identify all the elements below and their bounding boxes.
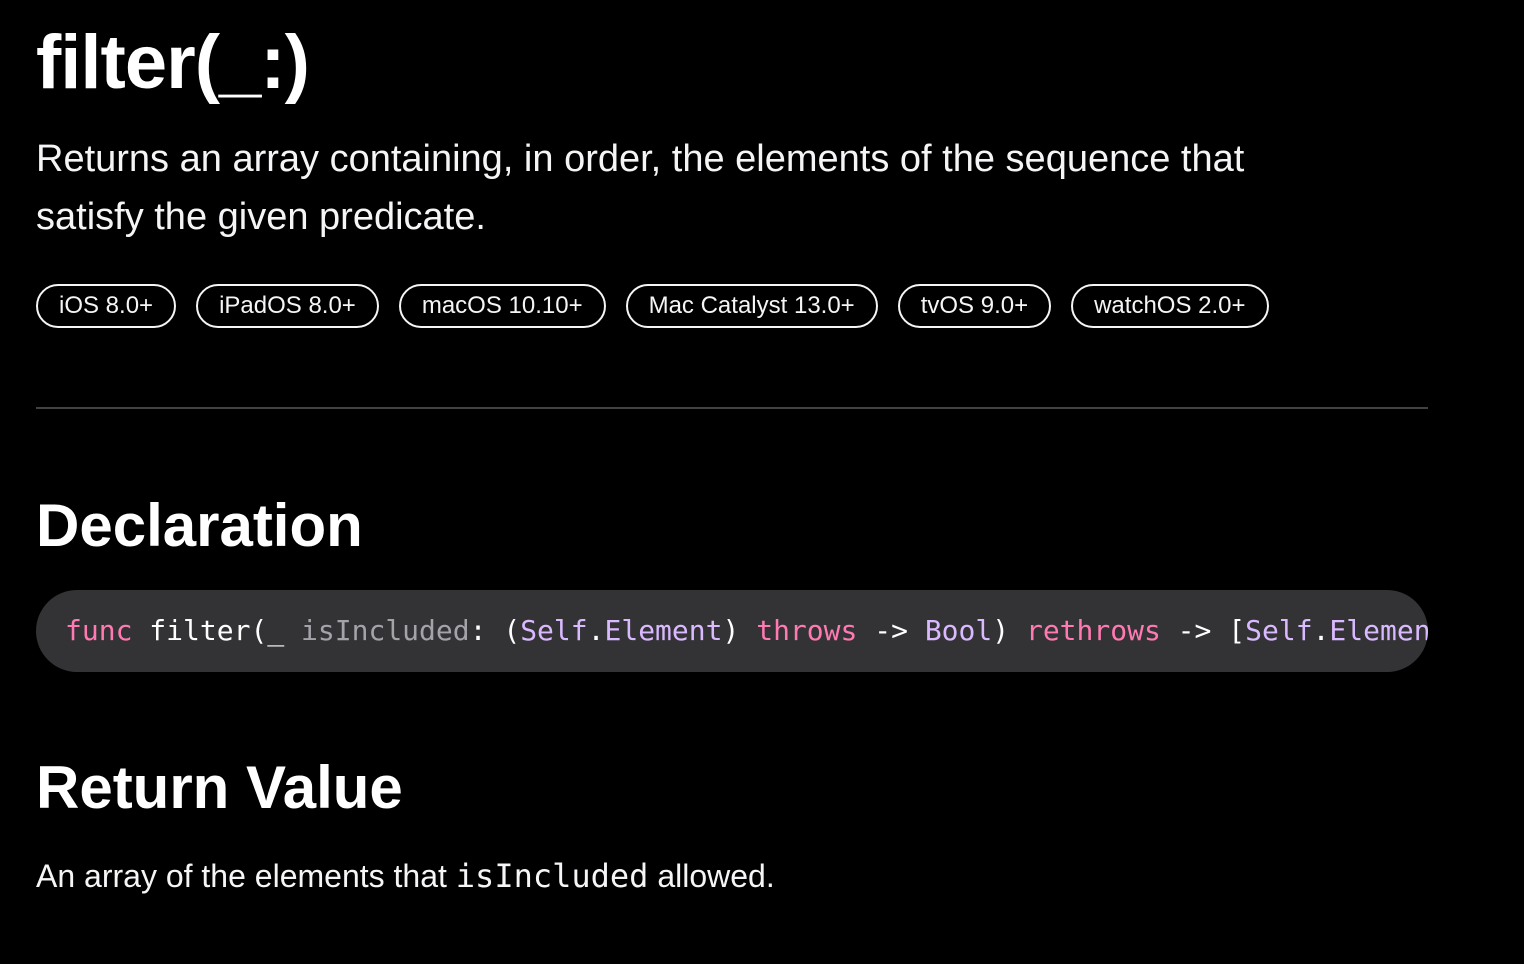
declaration-heading: Declaration: [36, 492, 363, 559]
abstract-text: Returns an array containing, in order, t…: [36, 138, 1245, 238]
code-keyword-throws: throws: [756, 614, 858, 647]
availability-badge-tvos[interactable]: tvOS 9.0+: [897, 284, 1052, 328]
code-return-arrow: -> [: [1160, 614, 1246, 647]
code-type-bool[interactable]: Bool: [925, 614, 992, 647]
code-argument-label: _: [267, 614, 302, 647]
availability-badge-ios[interactable]: iOS 8.0+: [36, 284, 177, 328]
code-colon: : (: [469, 614, 521, 647]
code-keyword-rethrows: rethrows: [1025, 614, 1161, 647]
page-title: filter(_:): [36, 20, 310, 105]
section-divider: [36, 407, 1428, 409]
availability-badge-mac-catalyst[interactable]: Mac Catalyst 13.0+: [625, 284, 878, 328]
return-value-inline-code: isIncluded: [455, 857, 649, 895]
code-type-element[interactable]: Element: [604, 614, 722, 647]
availability-badge-watchos[interactable]: watchOS 2.0+: [1071, 284, 1269, 328]
code-close-paren: ): [722, 614, 757, 647]
code-keyword-func: func: [65, 614, 133, 647]
code-parameter-name: isIncluded: [301, 614, 470, 647]
code-open-paren: (: [250, 614, 268, 647]
declaration-code-block[interactable]: func filter(_ isIncluded: (Self.Element)…: [36, 590, 1428, 672]
code-close-paren-2: ): [992, 614, 1026, 647]
return-value-text-before: An array of the elements that: [36, 858, 456, 894]
code-function-name: filter: [149, 614, 251, 647]
declaration-code-line: func filter(_ isIncluded: (Self.Element)…: [65, 590, 1428, 672]
code-dot-2: .: [1312, 614, 1330, 647]
code-arrow: ->: [857, 614, 925, 647]
return-value-text: An array of the elements that isIncluded…: [36, 848, 775, 904]
code-type-self-2[interactable]: Self: [1245, 614, 1312, 647]
code-type-self[interactable]: Self: [520, 614, 587, 647]
availability-badge-ipados[interactable]: iPadOS 8.0+: [196, 284, 379, 328]
availability-badges: iOS 8.0+ iPadOS 8.0+ macOS 10.10+ Mac Ca…: [36, 284, 1269, 328]
code-dot: .: [587, 614, 605, 647]
code-type-element-2[interactable]: Element: [1329, 614, 1428, 647]
return-value-text-after: allowed.: [648, 858, 775, 894]
availability-badge-macos[interactable]: macOS 10.10+: [398, 284, 606, 328]
return-value-heading: Return Value: [36, 754, 403, 821]
